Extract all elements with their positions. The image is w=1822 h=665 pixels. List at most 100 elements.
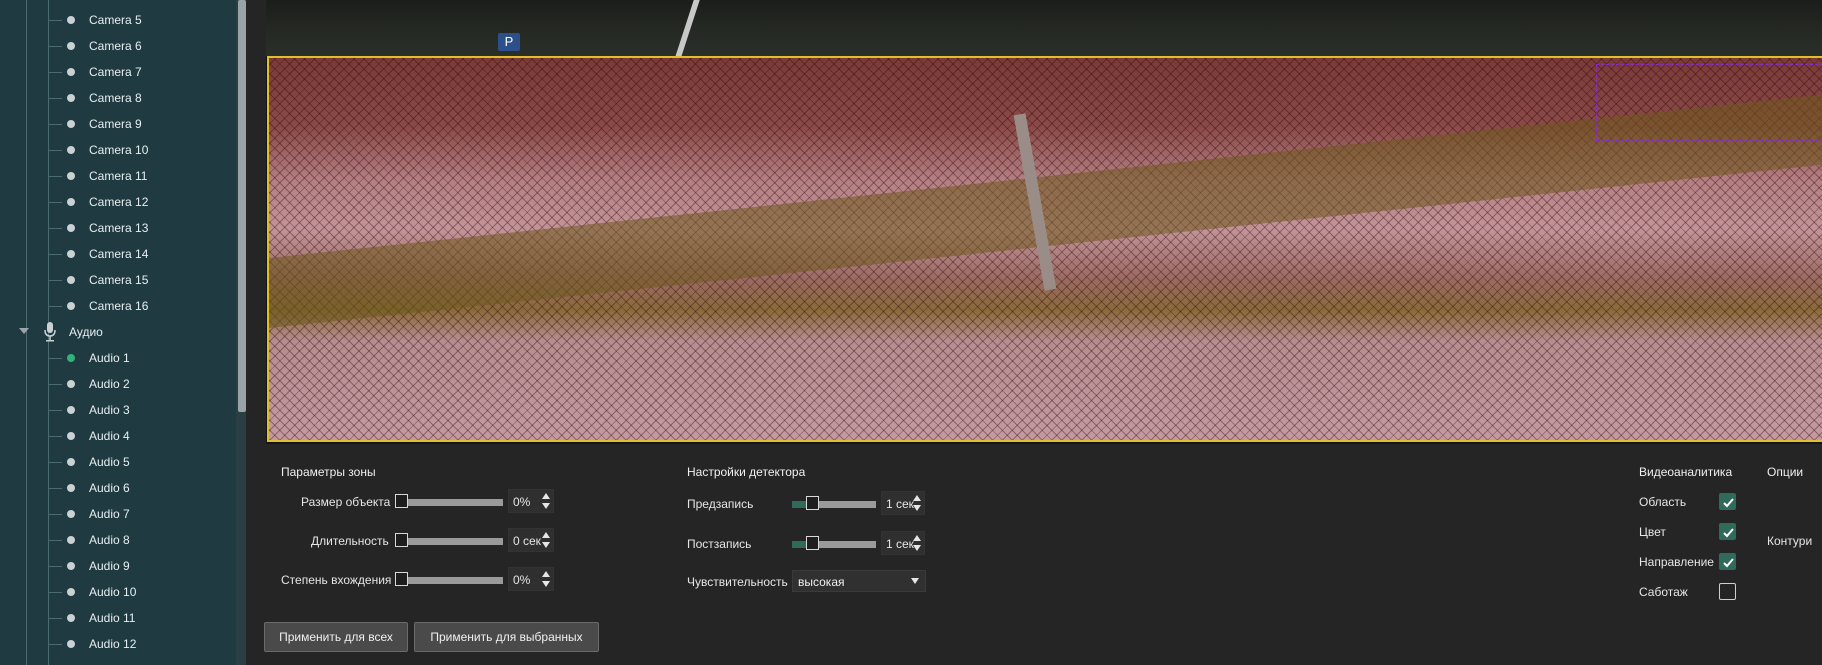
tree-item-audio[interactable]: Audio 11	[0, 605, 236, 631]
apply-all-button[interactable]: Применить для всех	[264, 622, 408, 652]
postrecord-slider[interactable]	[792, 536, 876, 552]
spin-up-icon[interactable]	[542, 493, 550, 499]
tree-item-camera[interactable]: Camera 5	[0, 7, 236, 33]
tree-item-camera[interactable]: Camera 13	[0, 215, 236, 241]
tree-item-camera[interactable]: Camera 10	[0, 137, 236, 163]
detection-zone[interactable]	[267, 56, 1822, 442]
entry-degree-slider[interactable]	[395, 572, 503, 588]
analytics-option-checkbox[interactable]	[1719, 583, 1736, 600]
analytics-region-box[interactable]	[1596, 64, 1822, 141]
tree-connector	[48, 618, 62, 619]
tree-item-audio[interactable]: Audio 7	[0, 501, 236, 527]
contour-option-label: Контури	[1767, 534, 1813, 548]
tree-item-audio[interactable]: Audio 1	[0, 345, 236, 371]
duration-spinbox[interactable]: 0 сек	[508, 528, 554, 552]
tree-item-camera[interactable]: Camera 8	[0, 85, 236, 111]
duration-slider[interactable]	[395, 533, 503, 549]
status-dot-icon	[67, 380, 75, 388]
prerecord-spinbox[interactable]: 1 сек	[881, 491, 925, 515]
object-size-spinbox[interactable]: 0%	[508, 489, 554, 513]
tree-item-audio[interactable]: Audio 8	[0, 527, 236, 553]
analytics-option-checkbox[interactable]	[1719, 493, 1736, 510]
spin-down-icon[interactable]	[542, 542, 550, 548]
zone-params-title: Параметры зоны	[281, 465, 376, 479]
chevron-down-icon[interactable]	[19, 328, 29, 334]
slider-handle[interactable]	[395, 533, 408, 547]
tree-item-camera[interactable]: Camera 16	[0, 293, 236, 319]
video-preview[interactable]: P	[266, 0, 1822, 444]
spin-down-icon[interactable]	[913, 505, 921, 511]
tree-item-camera[interactable]: Camera 6	[0, 33, 236, 59]
tree-connector	[48, 384, 62, 385]
tree-item-label: Audio 7	[89, 507, 130, 521]
parking-sign: P	[498, 33, 520, 51]
status-dot-icon	[67, 68, 75, 76]
prerecord-slider[interactable]	[792, 496, 876, 512]
tree-item-camera[interactable]: Camera 7	[0, 59, 236, 85]
tree-connector	[48, 358, 62, 359]
postrecord-spinbox[interactable]: 1 сек	[881, 531, 925, 555]
tree-item-camera[interactable]: Camera 11	[0, 163, 236, 189]
tree-item-audio[interactable]: Audio 3	[0, 397, 236, 423]
status-dot-icon	[67, 640, 75, 648]
spin-up-icon[interactable]	[913, 495, 921, 501]
spin-down-icon[interactable]	[913, 545, 921, 551]
tree-item-label: Camera 10	[89, 143, 149, 157]
spin-down-icon[interactable]	[542, 581, 550, 587]
apply-selected-button[interactable]: Применить для выбранных	[414, 622, 599, 652]
checkmark-icon	[1723, 498, 1734, 508]
tree-item-camera[interactable]: Camera 12	[0, 189, 236, 215]
entry-degree-label: Степень вхождения	[281, 573, 392, 587]
status-dot-icon	[67, 562, 75, 570]
tree-connector	[48, 410, 62, 411]
entry-degree-spinbox[interactable]: 0%	[508, 567, 554, 591]
slider-handle[interactable]	[395, 572, 408, 586]
status-dot-icon	[67, 302, 75, 310]
tree-item-camera[interactable]: Camera 9	[0, 111, 236, 137]
tree-connector	[48, 280, 62, 281]
chevron-down-icon[interactable]	[911, 578, 919, 584]
tree-connector	[48, 176, 62, 177]
status-dot-icon	[67, 484, 75, 492]
tree-item-audio[interactable]: Audio 10	[0, 579, 236, 605]
spin-up-icon[interactable]	[542, 532, 550, 538]
spin-up-icon[interactable]	[913, 535, 921, 541]
tree-connector	[48, 436, 62, 437]
status-dot-icon	[67, 16, 75, 24]
spin-up-icon[interactable]	[542, 571, 550, 577]
detector-settings-title: Настройки детектора	[687, 465, 806, 479]
slider-handle[interactable]	[395, 494, 408, 508]
analytics-option-label: Цвет	[1639, 525, 1666, 539]
sensitivity-label: Чувствительность	[687, 575, 788, 589]
status-dot-icon	[67, 224, 75, 232]
tree-group-audio[interactable]: Аудио	[0, 319, 236, 345]
tree-item-audio[interactable]: Audio 9	[0, 553, 236, 579]
sensitivity-select[interactable]: высокая	[792, 570, 926, 592]
tree-connector	[48, 202, 62, 203]
tree-item-camera[interactable]: Camera 14	[0, 241, 236, 267]
analytics-option-checkbox[interactable]	[1719, 523, 1736, 540]
tree-connector	[48, 150, 62, 151]
slider-handle[interactable]	[806, 496, 819, 510]
tree-item-camera[interactable]: Camera 15	[0, 267, 236, 293]
tree-item-audio[interactable]: Audio 2	[0, 371, 236, 397]
tree-connector	[48, 566, 62, 567]
slider-handle[interactable]	[806, 536, 819, 550]
sidebar-scrollbar-thumb[interactable]	[238, 0, 246, 412]
object-size-slider[interactable]	[395, 494, 503, 510]
tree-item-audio[interactable]: Audio 5	[0, 449, 236, 475]
tree-item-audio[interactable]: Audio 6	[0, 475, 236, 501]
tree-item-audio[interactable]: Audio 4	[0, 423, 236, 449]
tree-item-label: Audio 3	[89, 403, 130, 417]
tree-group-label: Аудио	[69, 325, 103, 339]
tree-item-label: Audio 6	[89, 481, 130, 495]
tree-item-label: Camera 7	[89, 65, 142, 79]
microphone-icon	[44, 322, 56, 342]
tree-item-audio[interactable]: Audio 12	[0, 631, 236, 657]
tree-item-label: Audio 5	[89, 455, 130, 469]
tree-item-label: Camera 15	[89, 273, 149, 287]
tree-item-label: Camera 5	[89, 13, 142, 27]
tree-item-label: Audio 12	[89, 637, 137, 651]
analytics-option-checkbox[interactable]	[1719, 553, 1736, 570]
spin-down-icon[interactable]	[542, 503, 550, 509]
